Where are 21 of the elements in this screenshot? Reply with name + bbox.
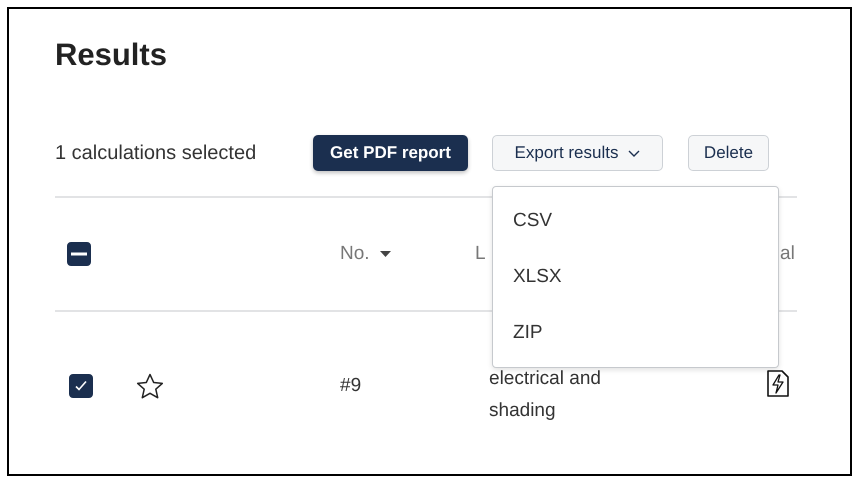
file-lightning-icon	[767, 370, 789, 396]
sort-caret-icon	[380, 251, 391, 257]
delete-button[interactable]: Delete	[688, 135, 769, 171]
page-title: Results	[55, 36, 167, 74]
column-header[interactable]: L	[475, 243, 486, 265]
menu-item[interactable]: CSV	[493, 193, 778, 249]
pdf-report-button[interactable]: Get PDF report	[313, 135, 468, 171]
minus-icon	[71, 252, 87, 256]
menu-item[interactable]: ZIP	[493, 305, 778, 361]
column-header[interactable]: al	[780, 243, 795, 265]
star-icon[interactable]	[136, 372, 164, 400]
menu-item[interactable]: XLSX	[493, 249, 778, 305]
column-header[interactable]: No.	[340, 243, 391, 265]
check-icon	[74, 379, 88, 393]
selection-count: 1 calculations selected	[55, 142, 258, 164]
chevron-icon	[628, 150, 640, 156]
checkbox[interactable]	[67, 242, 91, 266]
table-cell: #9	[340, 375, 362, 397]
checkbox[interactable]	[69, 374, 93, 398]
table-cell-text: electrical and shading	[489, 367, 602, 423]
export-button[interactable]: Export results	[492, 135, 663, 171]
